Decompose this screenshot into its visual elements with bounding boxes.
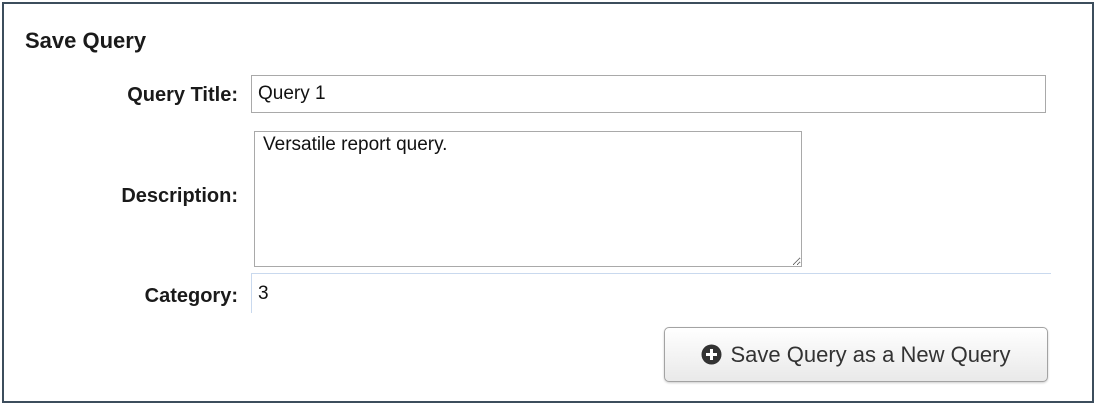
save-query-panel: Save Query Query Title: Description: Ver… [2,2,1094,403]
plus-circle-icon [701,344,722,365]
description-textarea[interactable]: Versatile report query. [254,131,802,267]
category-input[interactable] [251,273,1051,313]
query-title-label: Query Title: [127,84,238,106]
query-title-input[interactable] [251,75,1046,113]
panel-title: Save Query [25,28,147,53]
description-label: Description: [121,185,238,207]
category-label: Category: [144,285,238,307]
save-as-new-query-button[interactable]: Save Query as a New Query [664,327,1048,382]
save-as-new-query-label: Save Query as a New Query [730,341,1011,367]
